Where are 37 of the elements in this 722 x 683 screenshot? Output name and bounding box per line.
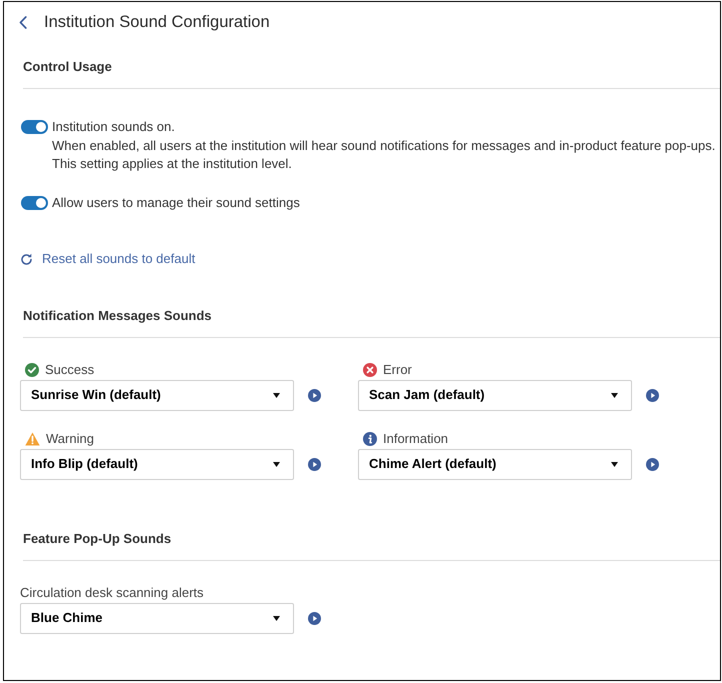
setting-description: When enabled, all users at the institution will hear sound notifications for messages and in-product feature pop-ups. [52,136,716,155]
toggle-label: Institution sounds on. [52,118,176,136]
toggle-switch[interactable] [21,120,48,134]
field-label: Warning [46,430,94,446]
field-label: Error [383,362,412,378]
section-heading: Feature Pop-Up Sounds [23,530,172,546]
toggle-label: Allow users to manage their sound settings [52,194,300,212]
field-label: Information [383,430,448,446]
check-circle-icon [25,362,39,376]
section-heading: Control Usage [23,59,113,75]
caret-icon [273,616,280,620]
info-circle-icon [363,432,377,446]
caret-icon [273,392,280,398]
setting-description: This setting applies at the institution level. [52,155,293,173]
circular-arrow-icon [20,252,33,266]
play-button-icon[interactable] [308,388,321,402]
page-title: Institution Sound Configuration [44,12,270,33]
reset-sounds-link[interactable]: Reset all sounds to default [20,250,196,268]
toggle-switch[interactable] [21,196,48,210]
field-label: Circulation desk scanning alerts [20,584,204,600]
caret-icon [611,462,618,466]
sound-dropdown[interactable]: Chime Alert (default) [358,448,632,480]
back-chevron-icon[interactable] [19,16,27,28]
field-label: Success [45,362,94,378]
play-button-icon[interactable] [308,612,321,624]
sound-dropdown[interactable]: Sunrise Win (default) [20,380,294,410]
sound-dropdown[interactable]: Scan Jam (default) [358,380,632,410]
sound-dropdown[interactable]: Info Blip (default) [20,448,294,480]
play-button-icon[interactable] [646,458,659,470]
sound-dropdown[interactable]: Blue Chime [20,602,294,634]
caret-icon [611,392,618,398]
x-circle-icon [363,362,377,376]
play-button-icon[interactable] [308,458,321,470]
section-heading: Notification Messages Sounds [23,308,213,324]
play-button-icon[interactable] [646,388,659,402]
caret-icon [273,462,280,466]
warning-triangle-icon [25,432,40,446]
